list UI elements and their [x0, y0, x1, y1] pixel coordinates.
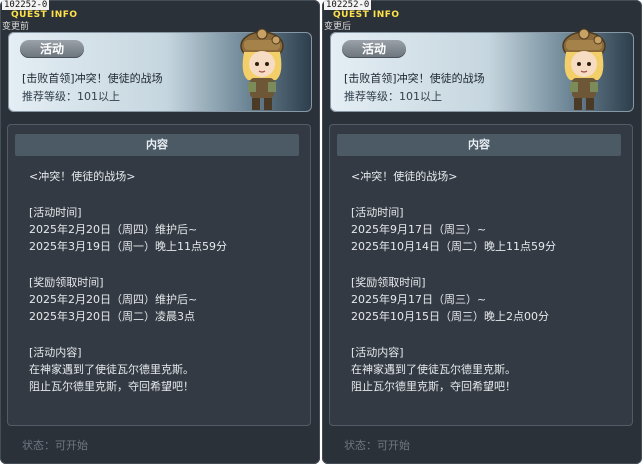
content-line: [活动时间]	[29, 206, 82, 219]
content-line: [活动内容]	[29, 346, 82, 359]
recommended-level: 推荐等级：101以上	[344, 90, 442, 103]
quest-header: 活动 [击败首领]冲突！使徒的战场 推荐等级：101以上	[8, 28, 312, 112]
quest-info-label: QUEST INFO	[11, 10, 78, 20]
quest-info-label: QUEST INFO	[333, 10, 400, 20]
state-label: 变更后	[324, 22, 352, 32]
content-header: 内容	[337, 134, 621, 156]
content-line: 在神家遇到了使徒瓦尔德里克斯。	[29, 363, 194, 376]
content-header: 内容	[15, 134, 299, 156]
content-line: 2025年2月20日（周四）维护后~	[29, 293, 198, 306]
content-line: [奖励领取时间]	[351, 276, 426, 289]
content-line: [活动内容]	[351, 346, 404, 359]
quest-id-label: 102252-0	[2, 0, 50, 10]
content-line: 阻止瓦尔德里克斯，夺回希望吧！	[29, 380, 194, 393]
content-line: 阻止瓦尔德里克斯，夺回希望吧！	[351, 380, 516, 393]
quest-info-panel-before: 102252-0 QUEST INFO 变更前 活动 [击败首领]冲突！使徒的战…	[0, 0, 320, 464]
content-line: <冲突！使徒的战场>	[351, 170, 458, 183]
content-line: <冲突！使徒的战场>	[29, 170, 136, 183]
content-lines: <冲突！使徒的战场> [活动时间] 2025年9月17日（周三）~ 2025年1…	[351, 168, 627, 395]
content-line: 2025年9月17日（周三）~	[351, 293, 487, 306]
event-badge: 活动	[20, 40, 84, 58]
content-box: 内容 <冲突！使徒的战场> [活动时间] 2025年2月20日（周四）维护后~ …	[7, 124, 311, 426]
state-label: 变更前	[2, 22, 30, 32]
quest-info-panel-after: 102252-0 QUEST INFO 变更后 活动 [击败首领]冲突！使徒的战…	[322, 0, 642, 464]
content-line: 2025年10月14日（周二）晚上11点59分	[351, 240, 556, 253]
status-label: 状态：可开始	[344, 439, 410, 452]
status-label: 状态：可开始	[22, 439, 88, 452]
quest-title: [击败首领]冲突！使徒的战场	[22, 72, 163, 85]
quest-title: [击败首领]冲突！使徒的战场	[344, 72, 485, 85]
content-line: [奖励领取时间]	[29, 276, 104, 289]
event-badge: 活动	[342, 40, 406, 58]
content-line: 2025年3月20日（周二）凌晨3点	[29, 310, 195, 323]
npc-portrait-icon	[562, 28, 606, 110]
recommended-level: 推荐等级：101以上	[22, 90, 120, 103]
content-line: 2025年3月19日（周一）晚上11点59分	[29, 240, 227, 253]
content-line: 2025年9月17日（周三）~	[351, 223, 487, 236]
content-line: 在神家遇到了使徒瓦尔德里克斯。	[351, 363, 516, 376]
content-line: 2025年2月20日（周四）维护后~	[29, 223, 198, 236]
content-line: 2025年10月15日（周三）晚上2点00分	[351, 310, 549, 323]
content-box: 内容 <冲突！使徒的战场> [活动时间] 2025年9月17日（周三）~ 202…	[329, 124, 633, 426]
quest-id-label: 102252-0	[324, 0, 372, 10]
content-line: [活动时间]	[351, 206, 404, 219]
npc-portrait-icon	[240, 28, 284, 110]
quest-header: 活动 [击败首领]冲突！使徒的战场 推荐等级：101以上	[330, 28, 634, 112]
content-lines: <冲突！使徒的战场> [活动时间] 2025年2月20日（周四）维护后~ 202…	[29, 168, 305, 395]
